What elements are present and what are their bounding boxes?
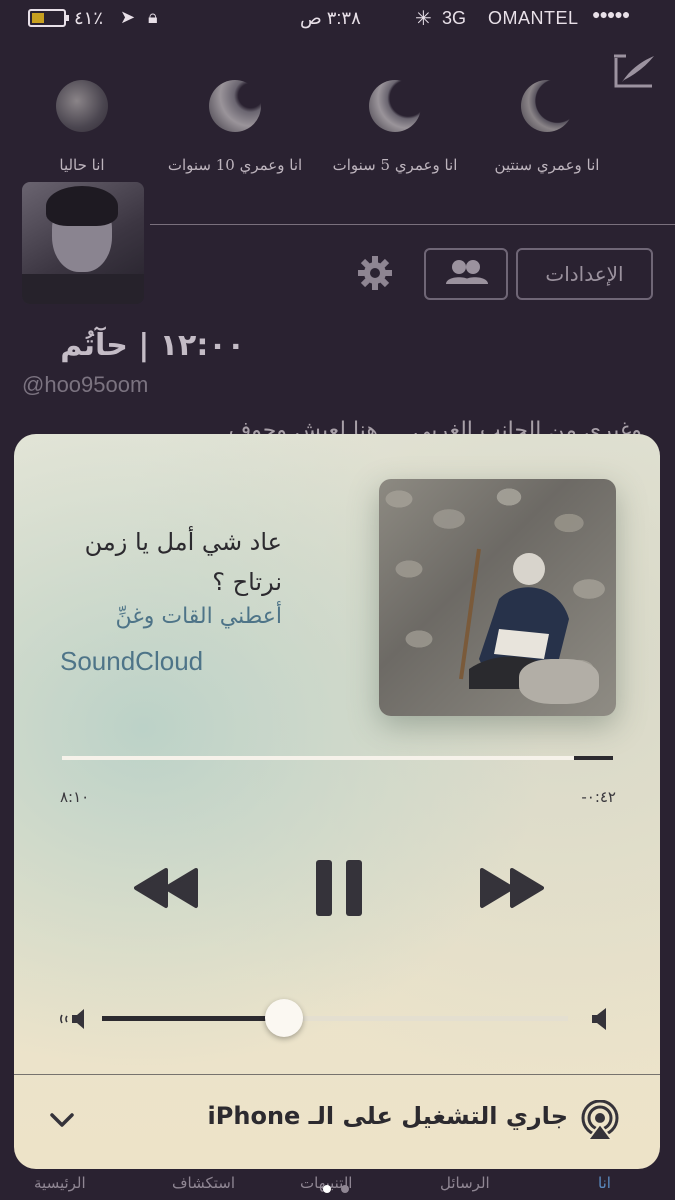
album-art <box>379 479 616 716</box>
moon-label: انا وعمري 5 سنوات <box>332 156 458 174</box>
moon-item: انا وعمري سنتين <box>472 80 622 174</box>
chevron-down-icon[interactable] <box>48 1110 76 1130</box>
signal-strength-icon: ●●●●● <box>592 6 630 22</box>
song-artist: أعطني القات وغنِّ <box>115 604 282 629</box>
carrier-name: OMANTEL <box>488 8 579 28</box>
moon-item: انا وعمري 5 سنوات <box>320 80 470 174</box>
profile-name: ١٢:٠٠ | حآتُم <box>60 328 245 363</box>
status-bar: ٤١٪ ➤ 🔒︎ ٣:٣٨ ص ✳ 3G OMANTEL ●●●●● <box>0 0 675 40</box>
profile-handle: @hoo95oom <box>22 372 149 397</box>
airplay-icon[interactable] <box>580 1100 620 1140</box>
settings-button[interactable]: الإعدادات <box>516 248 653 300</box>
tab-me[interactable]: انا <box>598 1174 611 1192</box>
moon-timeline: انا وعمري سنتين انا وعمري 5 سنوات انا وع… <box>0 80 675 190</box>
rotation-lock-icon: 🔒︎ <box>148 7 158 27</box>
progress-fill <box>62 756 575 760</box>
battery-percent: ٤١٪ <box>74 8 104 28</box>
forward-button[interactable] <box>480 864 544 912</box>
page-indicator <box>318 1178 358 1193</box>
activity-spinner-icon: ✳ <box>415 8 432 30</box>
status-time: ٣:٣٨ ص <box>300 8 361 28</box>
volume-fill <box>102 1016 284 1021</box>
time-elapsed: ٨:١٠ <box>60 788 90 806</box>
moon-item: انا حاليا <box>7 80 157 174</box>
network-type: 3G <box>442 8 467 28</box>
rewind-button[interactable] <box>134 864 198 912</box>
song-title: عاد شي أمل يا زمن نرتاح ؟ <box>84 528 282 596</box>
battery-icon <box>28 9 69 27</box>
section-divider <box>150 224 675 225</box>
moon-label: انا حاليا <box>59 156 105 174</box>
card-divider <box>14 1074 660 1075</box>
volume-min-icon <box>60 1009 84 1029</box>
tab-explore[interactable]: استكشاف <box>172 1174 235 1192</box>
volume-max-icon <box>592 1008 606 1030</box>
volume-slider[interactable] <box>102 999 568 1037</box>
people-icon <box>446 260 488 284</box>
tab-home[interactable]: الرئيسية <box>34 1174 86 1192</box>
now-playing-card: عاد شي أمل يا زمن نرتاح ؟ أعطني القات وغ… <box>14 434 660 1169</box>
avatar[interactable] <box>22 182 144 304</box>
airplay-label[interactable]: جاري التشغيل على الـ iPhone <box>208 1102 568 1130</box>
time-remaining: -٠:٤٢ <box>581 788 616 806</box>
progress-scrubber[interactable] <box>62 756 613 760</box>
location-arrow-icon: ➤ <box>120 7 136 27</box>
moon-item: انا وعمري 10 سنوات <box>160 80 310 174</box>
volume-thumb[interactable] <box>264 999 303 1037</box>
song-source[interactable]: SoundCloud <box>60 646 203 677</box>
tab-messages[interactable]: الرسائل <box>440 1174 490 1192</box>
moon-label: انا وعمري سنتين <box>494 156 600 174</box>
follow-button[interactable] <box>424 248 508 300</box>
gear-icon[interactable] <box>356 254 394 292</box>
pause-button[interactable] <box>314 858 364 918</box>
moon-label: انا وعمري 10 سنوات <box>167 156 303 174</box>
